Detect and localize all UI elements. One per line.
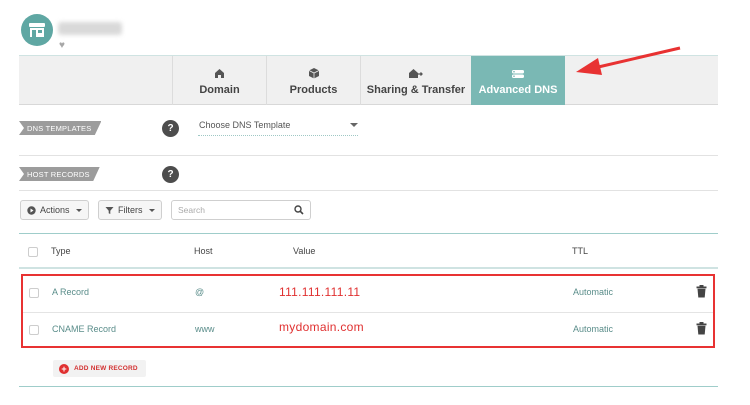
heart-icon[interactable]: ♥ (59, 40, 65, 51)
domain-name-redacted (58, 22, 122, 35)
row-checkbox[interactable] (29, 288, 39, 298)
dns-template-select[interactable]: Choose DNS Template (198, 120, 358, 136)
highlighted-records: A Record @ 111.111.111.11 Automatic CNAM… (21, 274, 715, 348)
chevron-down-icon (350, 123, 358, 127)
tab-label: Domain (199, 84, 240, 96)
dns-server-icon (512, 70, 524, 78)
dns-templates-help-icon[interactable]: ? (162, 120, 179, 137)
record-host[interactable]: www (195, 324, 215, 334)
column-header-value: Value (293, 246, 316, 256)
add-new-record-label: ADD NEW RECORD (74, 365, 138, 372)
actions-label: Actions (40, 205, 70, 215)
box-icon (308, 68, 319, 79)
trash-icon[interactable] (696, 285, 707, 298)
column-header-type: Type (51, 246, 71, 256)
divider (19, 190, 718, 191)
host-records-help-icon[interactable]: ? (162, 166, 179, 183)
trash-icon[interactable] (696, 322, 707, 335)
tab-label: Advanced DNS (478, 84, 558, 96)
search-icon[interactable] (294, 205, 304, 215)
record-ttl[interactable]: Automatic (573, 324, 613, 334)
search-placeholder: Search (178, 205, 205, 215)
tab-label: Sharing & Transfer (366, 84, 466, 96)
annotation-arrow-icon (576, 46, 681, 75)
select-all-checkbox[interactable] (28, 247, 38, 257)
house-icon (215, 69, 224, 78)
tab-products[interactable]: Products (266, 56, 360, 105)
tab-advanced-dns[interactable]: Advanced DNS (471, 56, 565, 105)
dns-template-select-value: Choose DNS Template (199, 120, 291, 130)
add-new-record-button[interactable]: + ADD NEW RECORD (53, 360, 146, 377)
record-ttl[interactable]: Automatic (573, 287, 613, 297)
divider (19, 155, 718, 156)
row-checkbox[interactable] (29, 325, 39, 335)
filters-button[interactable]: Filters (98, 200, 162, 220)
tab-label: Products (289, 84, 338, 96)
column-header-ttl: TTL (572, 246, 589, 256)
table-row[interactable]: CNAME Record www mydomain.com Automatic (23, 312, 713, 347)
filters-label: Filters (118, 205, 143, 215)
divider (19, 386, 718, 387)
record-host[interactable]: @ (195, 287, 204, 297)
record-type: CNAME Record (52, 324, 117, 334)
record-value[interactable]: mydomain.com (279, 320, 364, 334)
table-row[interactable]: A Record @ 111.111.111.11 Automatic (23, 276, 713, 311)
actions-button[interactable]: Actions (20, 200, 89, 220)
store-icon (29, 23, 45, 37)
record-type: A Record (52, 287, 90, 297)
store-avatar (21, 14, 53, 46)
records-table-header: Type Host Value TTL (19, 233, 718, 269)
chevron-down-icon (75, 208, 82, 212)
tab-sharing-transfer[interactable]: Sharing & Transfer (360, 56, 471, 105)
play-icon (27, 205, 36, 215)
dns-templates-label: DNS TEMPLATES (19, 121, 102, 135)
plus-icon: + (59, 363, 69, 374)
host-records-label: HOST RECORDS (19, 167, 100, 181)
tab-domain[interactable]: Domain (172, 56, 266, 105)
share-house-icon (409, 69, 423, 78)
chevron-down-icon (148, 208, 155, 212)
column-header-host: Host (194, 246, 213, 256)
filter-icon (105, 206, 114, 214)
record-value[interactable]: 111.111.111.11 (279, 285, 360, 299)
search-input[interactable]: Search (171, 200, 311, 220)
